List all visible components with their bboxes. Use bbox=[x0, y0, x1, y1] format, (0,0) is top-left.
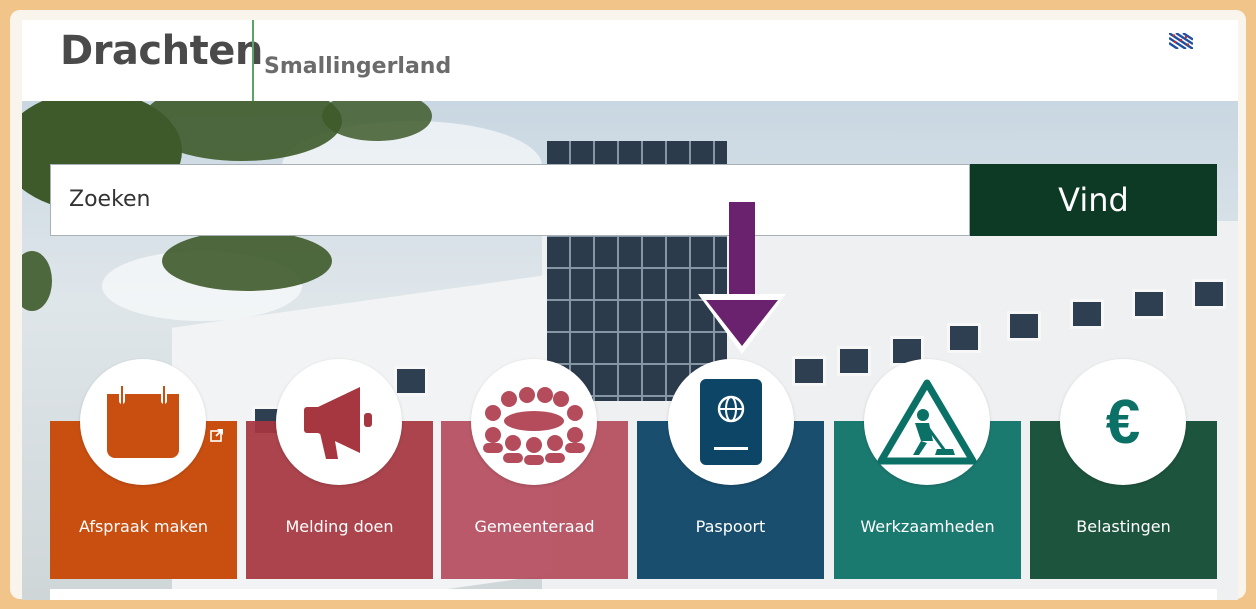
search-input[interactable]: Zoeken bbox=[50, 164, 970, 236]
frisian-flag-icon[interactable] bbox=[1169, 33, 1193, 49]
euro-icon: € bbox=[1106, 388, 1140, 457]
page: Drachten Smallingerland Zoeken Vind Afsp… bbox=[22, 20, 1238, 600]
building-window bbox=[394, 366, 428, 396]
down-arrow-annotation bbox=[698, 202, 786, 354]
megaphone-icon bbox=[304, 387, 372, 459]
belastingen-icon-circle[interactable]: € bbox=[1060, 359, 1186, 485]
search-button[interactable]: Vind bbox=[970, 164, 1217, 236]
tile-label: Melding doen bbox=[285, 517, 394, 536]
calendar-icon bbox=[107, 384, 179, 458]
council-group-icon bbox=[483, 387, 585, 465]
melding-icon-circle[interactable] bbox=[276, 359, 402, 485]
tile-label: Werkzaamheden bbox=[860, 517, 995, 536]
svg-text:€: € bbox=[1106, 388, 1140, 457]
tree-foliage bbox=[22, 251, 52, 311]
werkzaamheden-icon-circle[interactable] bbox=[864, 359, 990, 485]
afspraak-icon-circle[interactable] bbox=[80, 359, 206, 485]
logo-subtitle[interactable]: Smallingerland bbox=[264, 54, 451, 79]
paspoort-icon-circle[interactable] bbox=[668, 359, 794, 485]
tile-label: Afspraak maken bbox=[78, 517, 209, 536]
building-window bbox=[1132, 289, 1166, 319]
building-window bbox=[837, 346, 871, 376]
building-window bbox=[1007, 311, 1041, 341]
tile-label: Gemeenteraad bbox=[474, 517, 595, 536]
roadwork-sign-icon bbox=[877, 379, 977, 465]
logo-divider bbox=[252, 20, 254, 101]
building-window bbox=[947, 323, 981, 353]
external-link-icon bbox=[210, 429, 223, 442]
tree-foliage bbox=[162, 231, 332, 291]
logo-title[interactable]: Drachten bbox=[60, 28, 263, 74]
building-window bbox=[1192, 279, 1226, 309]
tile-label: Paspoort bbox=[695, 517, 766, 536]
passport-icon bbox=[700, 379, 762, 465]
building-window bbox=[792, 356, 826, 386]
gemeenteraad-icon-circle[interactable] bbox=[471, 359, 597, 485]
bottom-strip bbox=[50, 589, 1217, 600]
tile-label: Belastingen bbox=[1076, 517, 1171, 536]
building-window bbox=[1070, 299, 1104, 329]
site-header: Drachten Smallingerland bbox=[22, 20, 1238, 101]
